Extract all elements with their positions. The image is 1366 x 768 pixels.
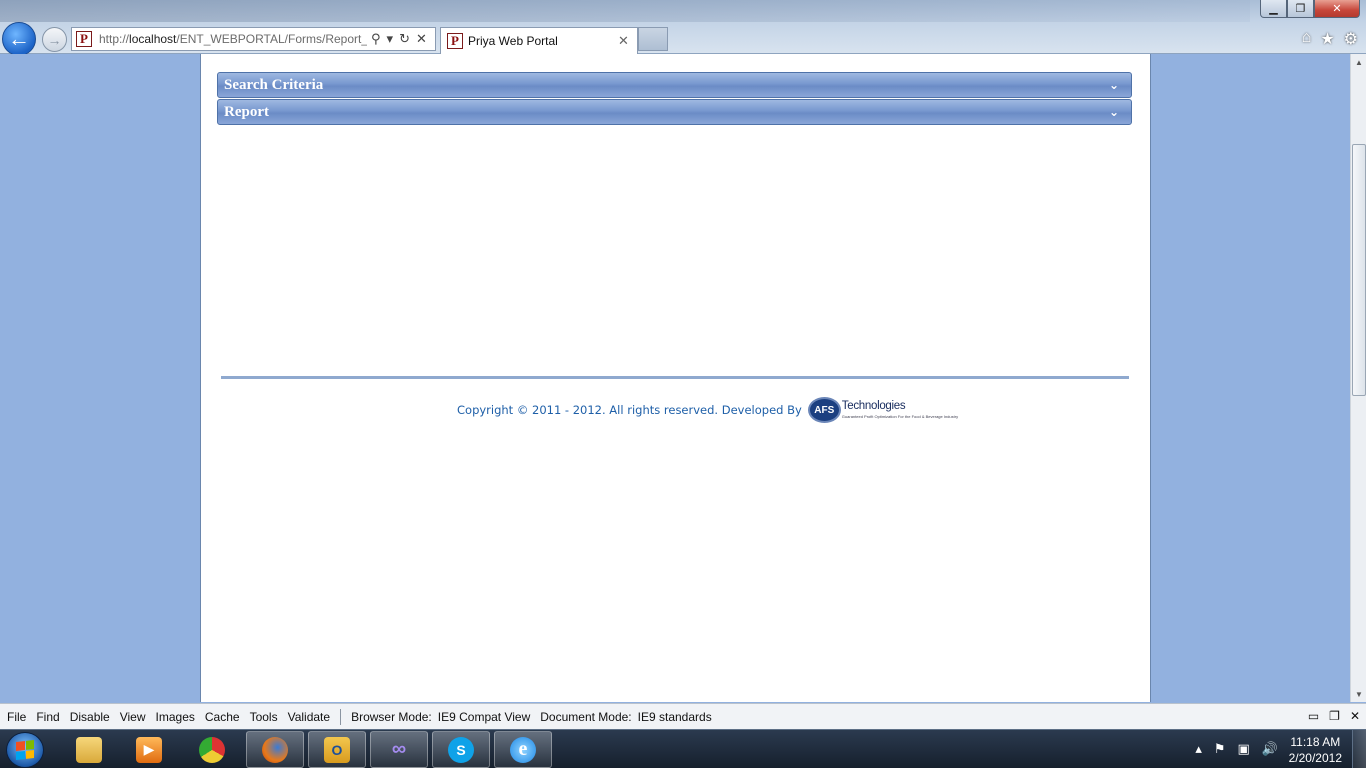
document-mode-selector[interactable]: IE9 standards [638, 710, 712, 724]
chevron-down-icon[interactable]: ⌄ [1109, 78, 1131, 92]
devtools-menu-images[interactable]: Images [156, 710, 195, 724]
scrollbar-thumb[interactable] [1352, 144, 1366, 396]
tab-favicon-icon: P [447, 33, 463, 49]
windows-logo-icon [16, 740, 34, 760]
browser-mode-label: Browser Mode: [351, 709, 432, 724]
toolbar-separator [340, 708, 342, 725]
devtools-menu-view[interactable]: View [120, 710, 146, 724]
devtools-menu-tools[interactable]: Tools [250, 710, 278, 724]
address-bar[interactable]: P http://localhost/ENT_WEBPORTAL/Forms/R… [71, 27, 436, 51]
windows-taskbar: ▶ O ∞ S e ▴ ⚑ ▣ 🔊 11:18 AM 2/20/2012 [0, 729, 1366, 768]
window-controls: ▁ ❐ ✕ [1260, 0, 1360, 18]
url-host: localhost [129, 32, 177, 46]
scroll-down-arrow-icon[interactable]: ▼ [1351, 686, 1366, 702]
show-hidden-icons-icon[interactable]: ▴ [1195, 741, 1202, 757]
taskbar-explorer[interactable] [60, 731, 118, 768]
taskbar-skype[interactable]: S [432, 731, 490, 768]
devtools-menu-find[interactable]: Find [36, 710, 59, 724]
chevron-down-icon[interactable]: ⌄ [1109, 105, 1131, 119]
tab-priya-web-portal[interactable]: P Priya Web Portal ✕ [440, 27, 638, 54]
afs-logo-tagline: Guaranteed Profit Optimization For the F… [841, 413, 959, 419]
stop-icon[interactable]: ✕ [416, 31, 427, 47]
dropdown-icon[interactable]: ▾ [387, 31, 394, 47]
browser-mode-selector[interactable]: IE9 Compat View [438, 710, 531, 724]
close-tab-icon[interactable]: ✕ [618, 33, 629, 49]
devtools-menu-cache[interactable]: Cache [205, 710, 240, 724]
refresh-icon[interactable]: ↻ [399, 31, 410, 47]
start-button[interactable] [6, 732, 44, 768]
devtools-menu-file[interactable]: File [7, 710, 26, 724]
address-bar-buttons: ⚲ ▾ ↻ ✕ [371, 31, 427, 47]
close-window-button[interactable]: ✕ [1314, 0, 1360, 18]
close-devtools-icon[interactable]: ✕ [1350, 709, 1360, 723]
copyright-text: Copyright © 2011 - 2012. All rights rese… [457, 403, 802, 417]
afs-logo-name: Technologies [841, 400, 906, 413]
browser-toolbar-right: ⌂ ★ ⚙ [1302, 29, 1358, 49]
show-desktop-button[interactable] [1352, 730, 1366, 768]
clock-time: 11:18 AM [1290, 735, 1341, 749]
folder-icon [76, 736, 102, 763]
chrome-browser-icon [199, 736, 225, 763]
minimize-button[interactable]: ▁ [1260, 0, 1287, 18]
firefox-icon [262, 736, 288, 763]
taskbar-chrome[interactable] [183, 731, 241, 768]
footer-divider [221, 376, 1129, 379]
taskbar-internet-explorer[interactable]: e [494, 731, 552, 768]
taskbar-outlook[interactable]: O [308, 731, 366, 768]
clock-date: 2/20/2012 [1288, 751, 1342, 765]
taskbar-clock[interactable]: 11:18 AM 2/20/2012 [1289, 734, 1342, 766]
tab-title: Priya Web Portal [468, 34, 558, 48]
page-viewport: Search Criteria ⌄ Report ⌄ Copyright © 2… [0, 54, 1350, 702]
volume-icon[interactable]: 🔊 [1262, 741, 1278, 757]
media-player-icon: ▶ [136, 736, 162, 763]
footer: Copyright © 2011 - 2012. All rights rese… [457, 397, 958, 423]
action-center-flag-icon[interactable]: ⚑ [1214, 741, 1226, 757]
url-prefix: http:// [99, 32, 130, 46]
restore-button[interactable]: ❐ [1287, 0, 1314, 18]
document-mode-label: Document Mode: [540, 709, 632, 724]
scroll-up-arrow-icon[interactable]: ▲ [1351, 54, 1366, 70]
vertical-scrollbar[interactable]: ▲ ▼ [1350, 54, 1366, 702]
search-icon[interactable]: ⚲ [371, 31, 381, 47]
developer-toolbar: File Find Disable View Images Cache Tool… [0, 703, 1366, 729]
url-path: /ENT_WEBPORTAL/Forms/Report_I [176, 32, 367, 46]
arrow-right-icon: → [47, 31, 62, 48]
visual-studio-icon: ∞ [391, 738, 407, 760]
outlook-icon: O [324, 736, 350, 763]
afs-technologies-logo[interactable]: AFS Technologies Guaranteed Profit Optim… [807, 397, 958, 423]
devtools-window-controls: ▭ ❐ ✕ [1308, 709, 1360, 723]
internet-explorer-icon: e [510, 736, 536, 763]
favorites-star-icon[interactable]: ★ [1320, 29, 1334, 49]
panel-title: Report [224, 103, 269, 120]
taskbar-media-player[interactable]: ▶ [120, 731, 178, 768]
new-tab-button[interactable] [638, 27, 668, 51]
system-tray: ▴ ⚑ ▣ 🔊 [1195, 741, 1278, 757]
devtools-menu-validate[interactable]: Validate [288, 710, 330, 724]
site-favicon-icon: P [76, 31, 92, 47]
search-criteria-panel-header[interactable]: Search Criteria ⌄ [217, 72, 1132, 98]
afs-logo-mark: AFS [807, 397, 841, 423]
window-title-bar [0, 0, 1250, 22]
back-button[interactable]: ← [2, 22, 36, 56]
arrow-left-icon: ← [8, 26, 30, 51]
network-icon[interactable]: ▣ [1238, 741, 1250, 757]
minimize-devtools-icon[interactable]: ▭ [1308, 709, 1319, 723]
url-text[interactable]: http://localhost/ENT_WEBPORTAL/Forms/Rep… [99, 32, 367, 46]
panel-title: Search Criteria [224, 76, 324, 93]
gear-icon[interactable]: ⚙ [1344, 29, 1358, 49]
devtools-menu-disable[interactable]: Disable [70, 710, 110, 724]
skype-icon: S [448, 736, 474, 763]
taskbar-visual-studio[interactable]: ∞ [370, 731, 428, 768]
taskbar-firefox[interactable] [246, 731, 304, 768]
undock-devtools-icon[interactable]: ❐ [1329, 709, 1340, 723]
browser-chrome: ▁ ❐ ✕ ← → P http://localhost/ENT_WEBPORT… [0, 0, 1366, 56]
report-panel-header[interactable]: Report ⌄ [217, 99, 1132, 125]
forward-button[interactable]: → [42, 27, 67, 52]
afs-logo-text: Technologies Guaranteed Profit Optimizat… [842, 401, 958, 419]
home-icon[interactable]: ⌂ [1302, 29, 1312, 49]
page-content: Search Criteria ⌄ Report ⌄ Copyright © 2… [200, 54, 1151, 702]
